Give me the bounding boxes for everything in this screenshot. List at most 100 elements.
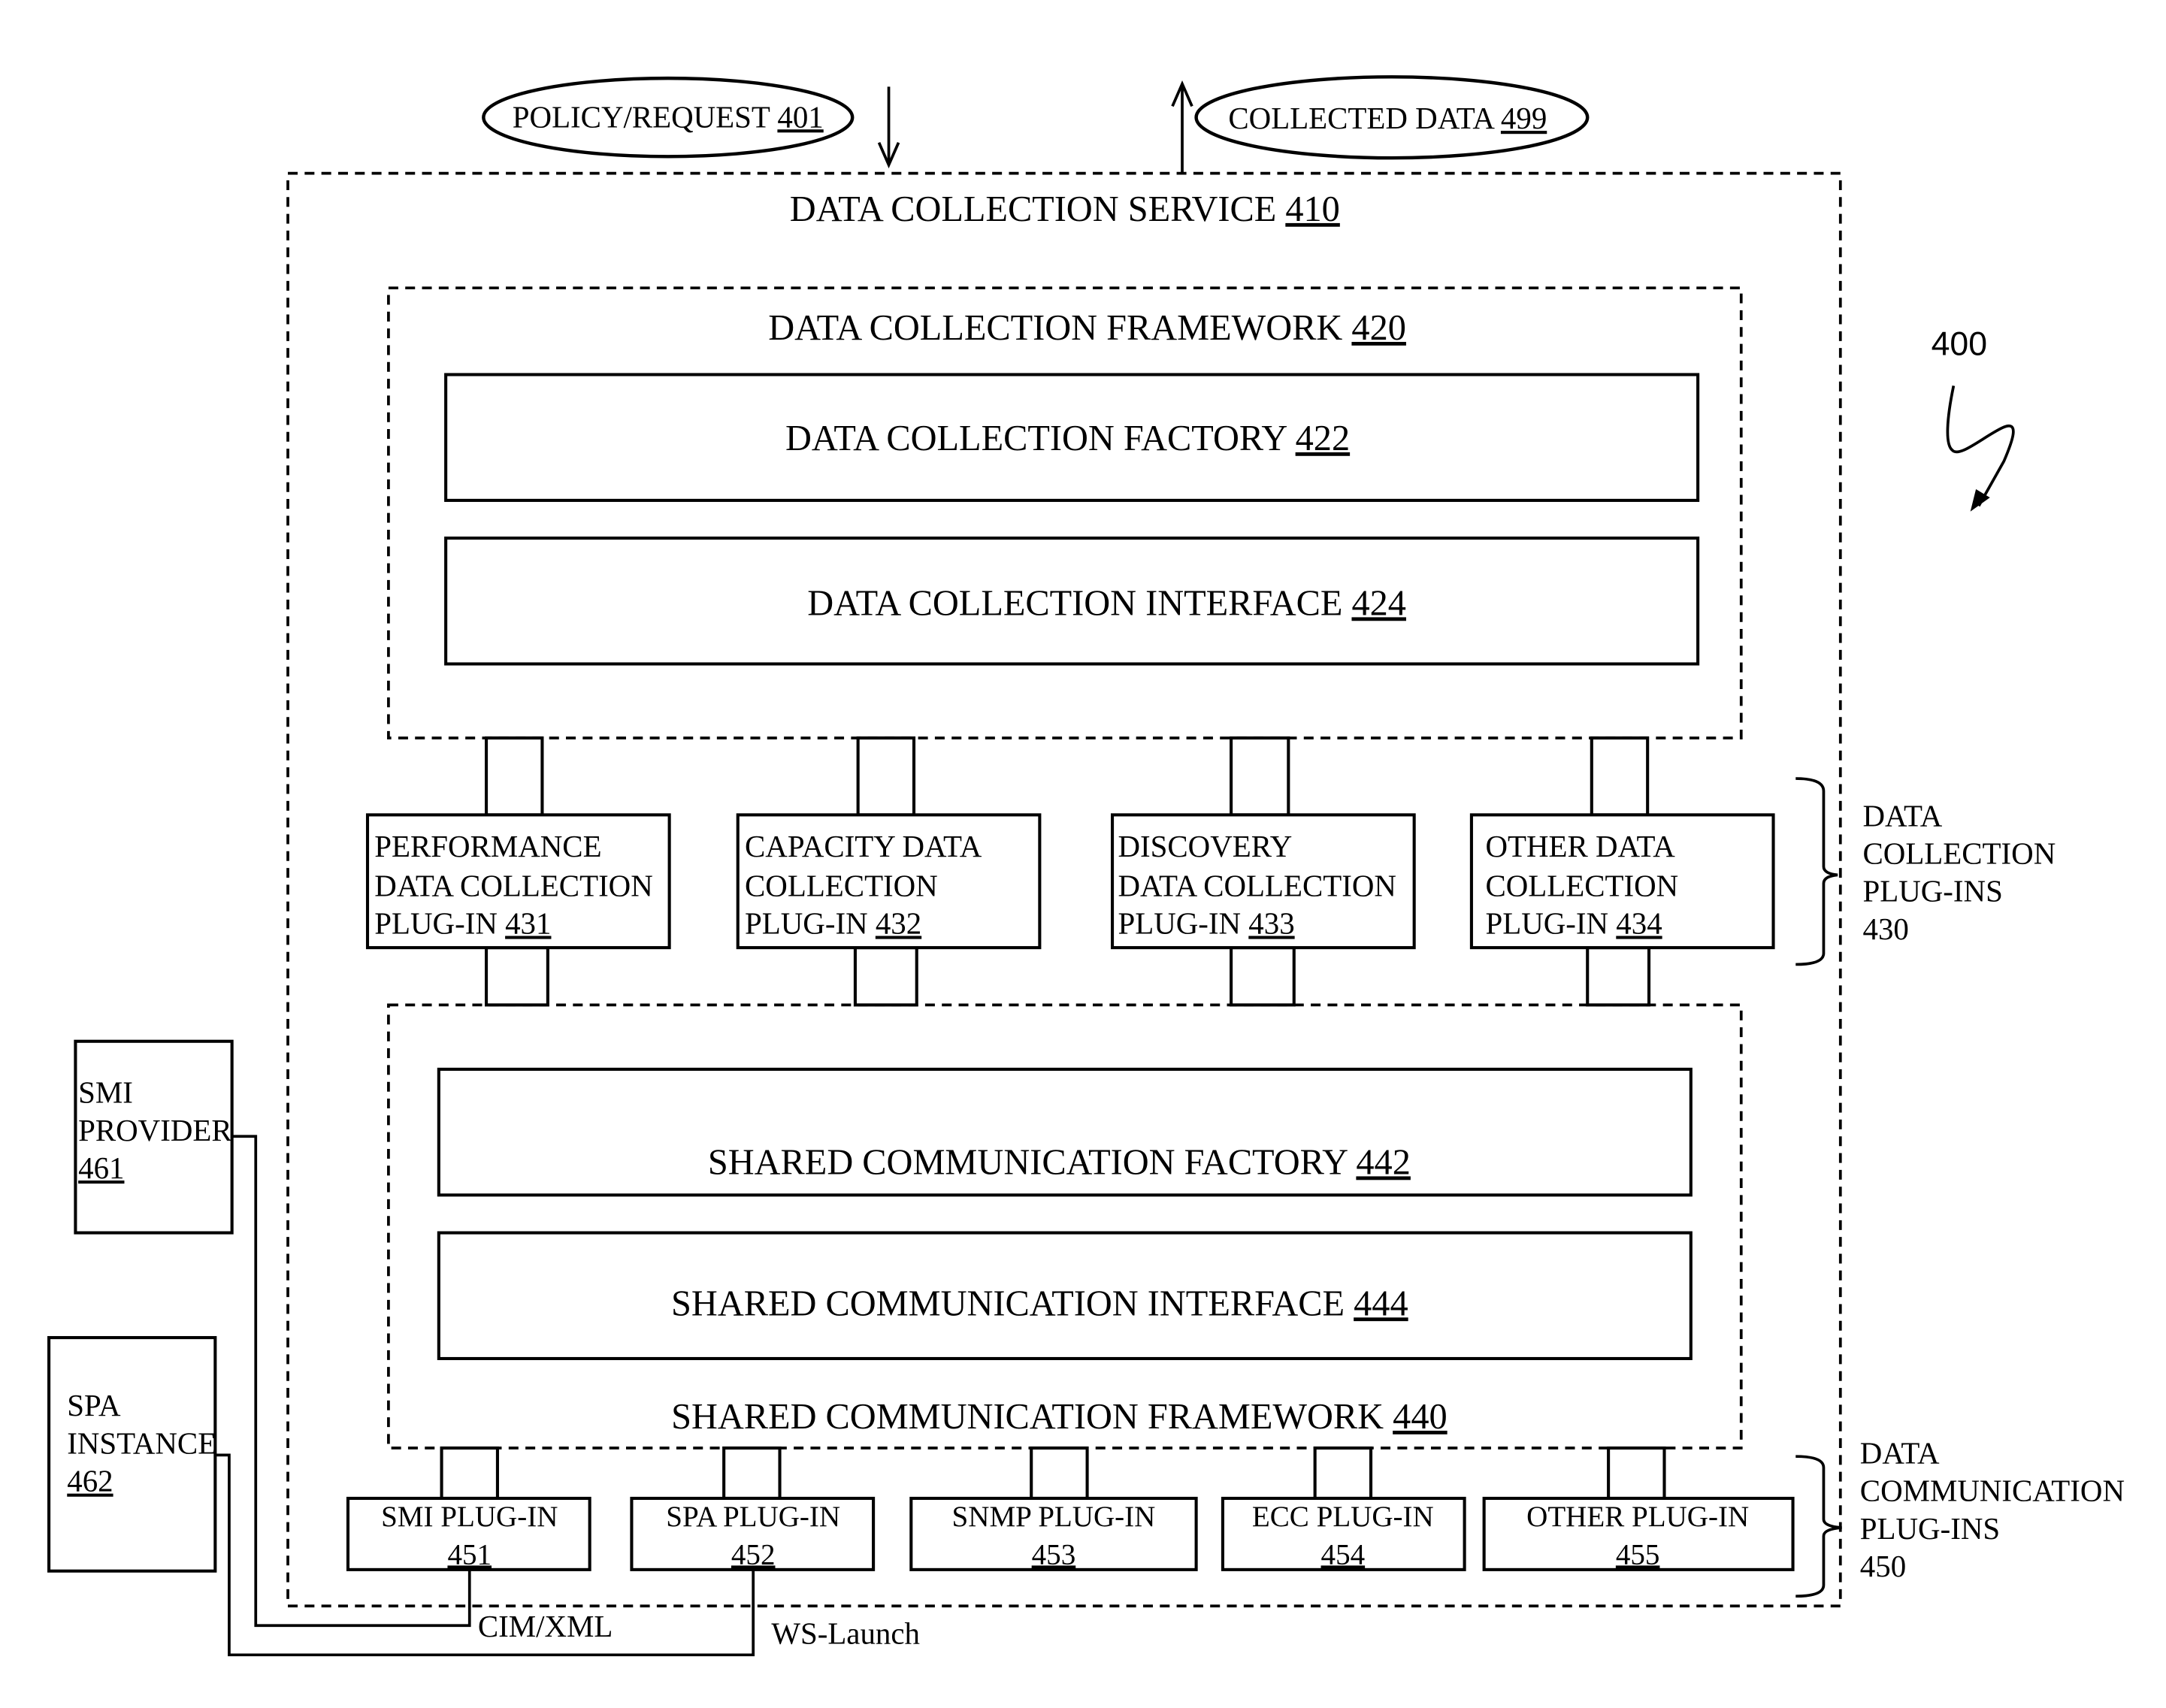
service-ref: 410 <box>1285 189 1340 229</box>
plugin-431-line2: DATA COLLECTION <box>374 869 652 902</box>
plugin-454-label: ECC PLUG-IN <box>1252 1501 1434 1533</box>
data-collection-factory: DATA COLLECTION FACTORY 422 <box>444 373 1700 502</box>
comm-plugin-454: ECC PLUG-IN 454 <box>1221 1496 1466 1571</box>
comm-plugin-451: SMI PLUG-IN 451 <box>346 1496 591 1571</box>
svg-text:PLUG-IN 434: PLUG-IN 434 <box>1485 907 1662 941</box>
squiggle-arrow-icon <box>1946 385 2015 507</box>
cim-xml-label: CIM/XML <box>478 1610 613 1643</box>
svg-text:POLICY/REQUEST 401: POLICY/REQUEST 401 <box>513 100 824 134</box>
plugin-434-line1: OTHER DATA <box>1485 830 1675 863</box>
collection-plugin-433: DISCOVERY DATA COLLECTION PLUG-IN 433 <box>1111 813 1416 950</box>
group-430-line3: PLUG-INS <box>1863 875 2003 908</box>
plugin-433-ref: 433 <box>1248 907 1294 941</box>
collected-data-node: COLLECTED DATA 499 <box>1194 75 1590 160</box>
policy-request-arrow <box>877 86 900 169</box>
group-430-line2: COLLECTION <box>1863 837 2056 871</box>
collected-data-label: COLLECTED DATA <box>1228 101 1501 135</box>
comm-plugin-452: SPA PLUG-IN 452 <box>630 1496 876 1571</box>
diagram-canvas: POLICY/REQUEST 401 COLLECTED DATA 499 40… <box>47 75 2125 1657</box>
data-collection-interface: DATA COLLECTION INTERFACE 424 <box>444 537 1700 666</box>
svg-text:DATA COLLECTION INTERFACE 424: DATA COLLECTION INTERFACE 424 <box>807 583 1406 623</box>
comm-factory-label: SHARED COMMUNICATION FACTORY <box>708 1142 1357 1182</box>
collection-plugins-bracket: DATA COLLECTION PLUG-INS 430 <box>1795 777 2056 966</box>
svg-text:DATA COLLECTION SERVICE 410: DATA COLLECTION SERVICE 410 <box>790 189 1340 229</box>
plugin-431-ref: 431 <box>505 907 551 941</box>
svg-text:SHARED COMMUNICATION FACTORY 4: SHARED COMMUNICATION FACTORY 442 <box>708 1142 1411 1182</box>
smi-provider: SMI PROVIDER 461 <box>74 1039 234 1235</box>
plugin-433-line1: DISCOVERY <box>1118 830 1292 863</box>
collection-plugin-432: CAPACITY DATA COLLECTION PLUG-IN 432 <box>736 813 1042 950</box>
interface-label: DATA COLLECTION INTERFACE <box>807 583 1351 623</box>
plugin-432-line2: COLLECTION <box>745 869 938 902</box>
plugin-452-label: SPA PLUG-IN <box>666 1501 840 1533</box>
interface-ref: 424 <box>1351 583 1406 623</box>
plugin-453-ref: 453 <box>1032 1538 1076 1570</box>
svg-text:DATA COLLECTION FRAMEWORK 420: DATA COLLECTION FRAMEWORK 420 <box>768 308 1406 348</box>
policy-request-node: POLICY/REQUEST 401 <box>482 76 855 159</box>
figure-number: 400 <box>1932 325 1987 362</box>
plugin-432-ref: 432 <box>876 907 921 941</box>
comm-plugin-455: OTHER PLUG-IN 455 <box>1482 1496 1795 1571</box>
factory-label: DATA COLLECTION FACTORY <box>785 419 1296 458</box>
comm-plugin-453: SNMP PLUG-IN 453 <box>909 1496 1198 1571</box>
framework-title: DATA COLLECTION FRAMEWORK <box>768 308 1351 348</box>
shared-communication-factory: SHARED COMMUNICATION FACTORY 442 <box>437 1067 1693 1197</box>
spa-instance-ref: 462 <box>67 1465 113 1498</box>
plugin-431-line1: PERFORMANCE <box>374 830 601 863</box>
plugin-433-line3: PLUG-IN <box>1118 907 1248 941</box>
svg-text:SHARED COMMUNICATION FRAMEWORK: SHARED COMMUNICATION FRAMEWORK 440 <box>671 1397 1448 1437</box>
comm-interface-ref: 444 <box>1354 1283 1408 1323</box>
plugin-434-line2: COLLECTION <box>1485 869 1678 902</box>
service-title: DATA COLLECTION SERVICE <box>790 189 1286 229</box>
shared-communication-interface: SHARED COMMUNICATION INTERFACE 444 <box>437 1231 1693 1361</box>
communication-plugins-bracket: DATA COMMUNICATION PLUG-INS 450 <box>1795 1436 2125 1598</box>
plugin-434-ref: 434 <box>1616 907 1662 941</box>
comm-framework-title: SHARED COMMUNICATION FRAMEWORK <box>671 1397 1393 1437</box>
policy-request-ref: 401 <box>777 100 823 134</box>
plugin-432-line3: PLUG-IN <box>745 907 876 941</box>
group-450-line1: DATA <box>1860 1436 1940 1470</box>
collection-plugin-434: OTHER DATA COLLECTION PLUG-IN 434 <box>1469 813 1775 950</box>
plugin-451-ref: 451 <box>447 1538 492 1570</box>
svg-text:PLUG-IN 432: PLUG-IN 432 <box>745 907 921 941</box>
svg-text:PLUG-IN 433: PLUG-IN 433 <box>1118 907 1294 941</box>
group-430-ref: 430 <box>1863 912 1909 946</box>
factory-ref: 422 <box>1296 419 1351 458</box>
data-collection-framework: DATA COLLECTION FRAMEWORK 420 DATA COLLE… <box>387 286 1743 739</box>
ws-launch-label: WS-Launch <box>771 1616 920 1650</box>
group-450-ref: 450 <box>1860 1549 1906 1583</box>
svg-text:SHARED COMMUNICATION INTERFACE: SHARED COMMUNICATION INTERFACE 444 <box>671 1283 1408 1323</box>
plugin-452-ref: 452 <box>731 1538 776 1570</box>
shared-communication-framework: SHARED COMMUNICATION FACTORY 442 SHARED … <box>387 1003 1743 1450</box>
comm-interface-label: SHARED COMMUNICATION INTERFACE <box>671 1283 1354 1323</box>
plugin-433-line2: DATA COLLECTION <box>1118 869 1396 902</box>
collected-data-arrow <box>1171 80 1193 174</box>
spa-instance: SPA INSTANCE 462 <box>47 1336 217 1573</box>
svg-text:PLUG-IN 431: PLUG-IN 431 <box>374 907 551 941</box>
plugin-454-ref: 454 <box>1321 1538 1366 1570</box>
collected-data-ref: 499 <box>1501 101 1547 135</box>
policy-request-label: POLICY/REQUEST <box>513 100 778 134</box>
svg-text:COLLECTED DATA 499: COLLECTED DATA 499 <box>1228 101 1547 135</box>
comm-factory-ref: 442 <box>1356 1142 1411 1182</box>
svg-text:DATA COLLECTION FACTORY 422: DATA COLLECTION FACTORY 422 <box>785 419 1350 458</box>
group-450-line2: COMMUNICATION <box>1860 1474 2125 1508</box>
comm-framework-ref: 440 <box>1393 1397 1448 1437</box>
plugin-453-label: SNMP PLUG-IN <box>952 1501 1156 1533</box>
framework-ref: 420 <box>1351 308 1406 348</box>
communication-connectors <box>440 1446 1666 1501</box>
smi-provider-line2: PROVIDER <box>78 1114 232 1147</box>
plugin-434-line3: PLUG-IN <box>1485 907 1616 941</box>
spa-instance-line1: SPA <box>67 1389 121 1422</box>
figure-reference: 400 <box>1932 325 2015 512</box>
group-450-line3: PLUG-INS <box>1860 1512 2000 1546</box>
spa-instance-line2: INSTANCE <box>67 1426 216 1460</box>
group-430-line1: DATA <box>1863 799 1943 833</box>
plugin-432-line1: CAPACITY DATA <box>745 830 982 863</box>
plugin-431-line3: PLUG-IN <box>374 907 505 941</box>
plugin-455-ref: 455 <box>1616 1538 1660 1570</box>
plugin-451-label: SMI PLUG-IN <box>381 1501 558 1533</box>
smi-provider-ref: 461 <box>78 1151 124 1185</box>
plugin-455-label: OTHER PLUG-IN <box>1526 1501 1749 1533</box>
smi-provider-line1: SMI <box>78 1076 133 1110</box>
